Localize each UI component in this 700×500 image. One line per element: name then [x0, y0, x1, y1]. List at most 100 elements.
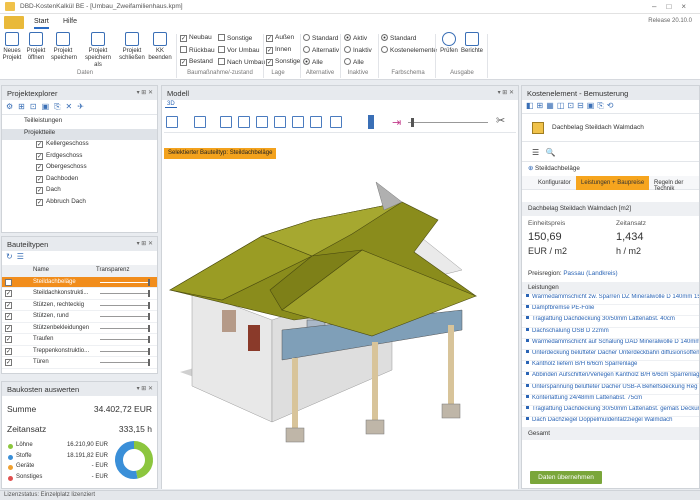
neubau-checkbox[interactable]: ✓ Neubau	[180, 34, 212, 42]
leistung-item[interactable]: Traglattung Dachdeckung 30/50mm Lattenab…	[522, 316, 699, 328]
leistung-item[interactable]: Traglattung Dachdeckung 30/50mm Lattenab…	[522, 405, 699, 418]
open-project-button[interactable]: Projekt öffnen	[24, 32, 48, 62]
inaktiv-radio[interactable]: Inaktiv	[344, 46, 372, 54]
new-project-button[interactable]: Neues Projekt	[0, 32, 24, 62]
nach-umbau-checkbox[interactable]: Nach Umbau	[218, 58, 265, 66]
element-menu[interactable]: ☰ 🔍	[522, 142, 699, 162]
tree-item-dachboden[interactable]: ✓ Dachboden	[2, 175, 157, 187]
leistung-link[interactable]: Konterlattung 24/48mm Lattenabst. 75cm	[532, 395, 642, 401]
table-row[interactable]: ✓ Stützen, rechteckig	[2, 300, 157, 311]
preisregion-link[interactable]: Passau (Landkreis)	[563, 270, 617, 277]
save-project-button[interactable]: Projekt speichern	[51, 32, 77, 62]
leistung-link[interactable]: Unterdeckung belüfteter Dächer Unterdeck…	[532, 350, 699, 356]
tree-checkbox[interactable]: ✓	[36, 187, 43, 194]
transparency-slider[interactable]	[100, 347, 150, 355]
leistung-item[interactable]: Dampfbremse PE-Folie	[522, 305, 699, 317]
leistung-item[interactable]: Unterdeckung belüfteter Dächer Unterdeck…	[522, 349, 699, 362]
table-row[interactable]: ✓ Steildachbeläge	[2, 276, 157, 288]
table-row[interactable]: ✓ Türen	[2, 357, 157, 369]
transparency-slider[interactable]	[100, 301, 150, 309]
transparency-slider[interactable]	[100, 359, 150, 366]
tab-leistungen[interactable]: Leistungen + Baupreise	[576, 176, 650, 190]
tree-item-abbruch-dach[interactable]: ✓ Abbruch Dach	[2, 198, 157, 210]
tree-checkbox[interactable]: ✓	[36, 164, 43, 171]
leistung-link[interactable]: Dach Dachziegel Doppelmuldenfalzziegel W…	[532, 417, 673, 423]
tab-start[interactable]: Start	[34, 18, 49, 29]
rueckbau-checkbox[interactable]: Rückbau	[180, 46, 215, 54]
leistung-link[interactable]: Wärmedämmschicht zw. Sparren DZ Mineralw…	[532, 294, 699, 300]
row-checkbox[interactable]: ✓	[5, 301, 12, 309]
pin-icon[interactable]: ▾ ⊞ ✕	[137, 385, 153, 392]
window-controls[interactable]: –□×	[652, 2, 696, 11]
leistung-link[interactable]: Kantholz liefern B/H 6/6cm Sparrenlage	[532, 361, 637, 367]
row-checkbox[interactable]: ✓	[5, 336, 12, 343]
transparency-slider[interactable]	[100, 324, 150, 332]
pin-icon[interactable]: ▾ ⊞ ✕	[498, 89, 514, 96]
save-project-as-button[interactable]: Projekt speichern als	[84, 32, 112, 69]
alternative-standard-radio[interactable]: Standard	[303, 34, 338, 42]
row-checkbox[interactable]: ✓	[5, 278, 12, 286]
leistung-link[interactable]: Dampfbremse PE-Folie	[532, 305, 594, 311]
tree-checkbox[interactable]: ✓	[36, 152, 43, 160]
view-front-icon[interactable]	[220, 116, 232, 128]
table-row[interactable]: ✓ Stützenbekleidungen	[2, 323, 157, 334]
table-row[interactable]: ✓ Steildachkonstrukti...	[2, 288, 157, 300]
sonstige-lage-checkbox[interactable]: ✓ Sonstige	[266, 58, 300, 66]
tree-checkbox[interactable]: ✓	[36, 175, 43, 183]
render-mode-icon[interactable]	[166, 116, 178, 128]
view-top-icon[interactable]	[292, 116, 304, 128]
tree-item-teilleistungen[interactable]: Teilleistungen	[2, 117, 157, 129]
tree-item-erdgeschoss[interactable]: ✓ Erdgeschoss	[2, 152, 157, 164]
section-plane-icon[interactable]	[368, 115, 374, 129]
apply-data-button[interactable]: Daten übernehmen	[530, 471, 602, 484]
table-row[interactable]: ✓ Treppenkonstruktio...	[2, 346, 157, 357]
leistung-link[interactable]: Unterspannung belüfteter Dächer USB-A Be…	[532, 384, 697, 390]
farbschema-kostenelemente-radio[interactable]: Kostenelemente	[381, 46, 437, 54]
row-checkbox[interactable]: ✓	[5, 347, 12, 355]
bestand-checkbox[interactable]: ✓ Bestand	[180, 58, 213, 66]
explorer-toolbar[interactable]: ⚙⊞⊡▣⎘✕✈	[2, 100, 157, 115]
tab-regeln[interactable]: Regeln der Technik	[654, 180, 699, 192]
view-bottom-icon[interactable]	[310, 116, 322, 128]
pruefen-button[interactable]: Prüfen	[437, 32, 461, 55]
view-cube-icon[interactable]	[194, 116, 206, 128]
aktiv-radio[interactable]: Aktiv	[344, 34, 367, 42]
row-checkbox[interactable]: ✓	[5, 290, 12, 297]
clip-icon[interactable]: ⇥	[392, 116, 401, 129]
tab-hilfe[interactable]: Hilfe	[63, 18, 77, 25]
alternative-alternativ-radio[interactable]: Alternativ	[303, 46, 339, 54]
transparency-slider[interactable]	[100, 313, 150, 320]
tree-item-obergeschoss[interactable]: ✓ Obergeschoss	[2, 163, 157, 175]
pin-icon[interactable]: ▾ ⊞ ✕	[137, 240, 153, 247]
row-checkbox[interactable]: ✓	[5, 324, 12, 332]
alternative-alle-radio[interactable]: Alle	[303, 58, 323, 66]
leistung-link[interactable]: Dachschalung OSB D 22mm	[532, 328, 609, 334]
vor-umbau-checkbox[interactable]: Vor Umbau	[218, 46, 260, 54]
pin-icon[interactable]: ▾ ⊞ ✕	[137, 89, 153, 96]
clip-slider-handle[interactable]	[411, 118, 414, 127]
inaktive-alle-radio[interactable]: Alle	[344, 58, 364, 66]
leistung-link[interactable]: Traglattung Dachdeckung 30/50mm Lattenab…	[532, 406, 699, 412]
leistung-item[interactable]: Wärmedämmschicht auf Schalung DAD Minera…	[522, 338, 699, 350]
tree-checkbox[interactable]: ✓	[36, 198, 43, 206]
view-left-icon[interactable]	[256, 116, 268, 128]
view-right-icon[interactable]	[274, 116, 286, 128]
exit-button[interactable]: KK beenden	[148, 32, 172, 62]
transparency-slider[interactable]	[100, 278, 150, 286]
column-transparenz[interactable]: Transparenz	[96, 267, 129, 273]
leistung-item[interactable]: Kantholz liefern B/H 6/6cm Sparrenlage	[522, 361, 699, 373]
table-row[interactable]: ✓ Stützen, rund	[2, 311, 157, 323]
berichte-button[interactable]: Berichte	[460, 32, 484, 55]
leistung-item[interactable]: Dach Dachziegel Doppelmuldenfalzziegel W…	[522, 417, 699, 429]
view-iso-icon[interactable]	[330, 116, 342, 128]
leistung-item[interactable]: Konterlattung 24/48mm Lattenabst. 75cm	[522, 394, 699, 406]
tree-checkbox[interactable]: ✓	[36, 141, 43, 148]
tree-item-dach[interactable]: ✓ Dach	[2, 186, 157, 198]
house-3d-model[interactable]	[162, 160, 518, 489]
leistung-link[interactable]: Traglattung Dachdeckung 30/50mm Lattenab…	[532, 316, 675, 322]
tab-3d[interactable]: 3D	[165, 101, 177, 108]
row-checkbox[interactable]: ✓	[5, 359, 12, 366]
close-project-button[interactable]: Projekt schließen	[118, 32, 146, 62]
leistung-item[interactable]: Dachschalung OSB D 22mm	[522, 327, 699, 339]
leistung-item[interactable]: Unterspannung belüfteter Dächer USB-A Be…	[522, 383, 699, 395]
